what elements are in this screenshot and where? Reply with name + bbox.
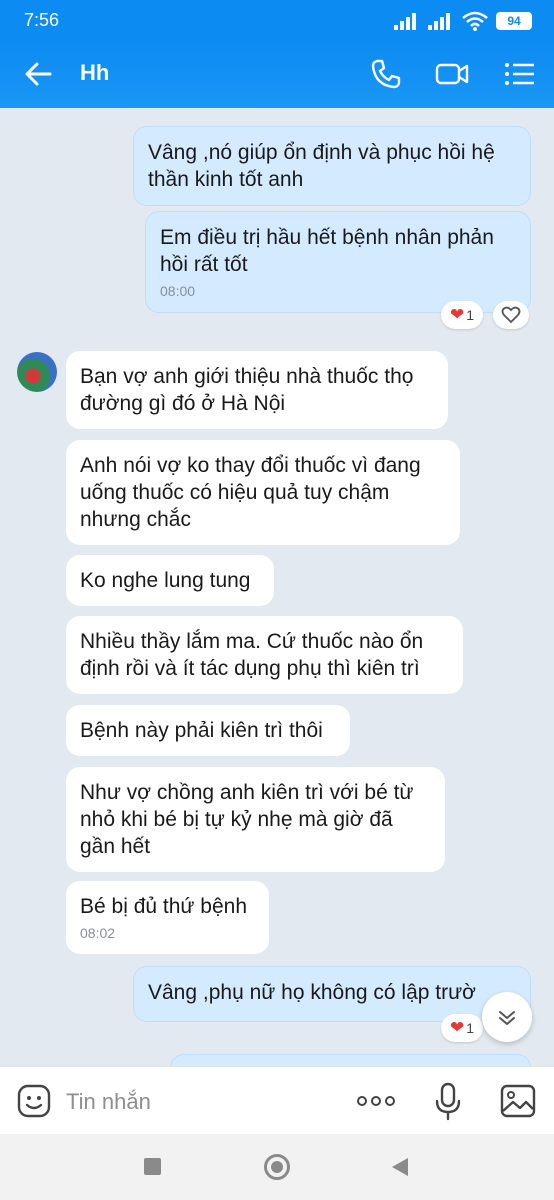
recent-apps-icon[interactable] — [144, 1158, 161, 1175]
chevron-down-icon — [499, 1011, 515, 1025]
home-icon[interactable] — [264, 1154, 290, 1180]
sticker-icon[interactable] — [16, 1083, 52, 1119]
message-text: Vâng ,nó giúp ổn định và phục hồi hệ thầ… — [148, 141, 495, 191]
message-list[interactable]: Vâng ,nó giúp ổn định và phục hồi hệ thầ… — [0, 108, 554, 1066]
message-text: Ko nghe lung tung — [80, 569, 251, 592]
message-text: Bé bị đủ thứ bệnh — [80, 895, 248, 918]
message-outgoing[interactable] — [170, 1054, 531, 1066]
message-text: Bệnh này phải kiên trì thôi — [80, 719, 323, 742]
heart-icon: ❤ — [449, 305, 465, 324]
message-time: 08:02 — [80, 925, 116, 941]
image-gallery-icon[interactable] — [499, 1083, 537, 1119]
more-options-icon[interactable] — [356, 1091, 396, 1111]
back-nav-icon[interactable] — [390, 1156, 410, 1178]
message-incoming[interactable]: Như vợ chồng anh kiên trì với bé từ nhỏ … — [66, 767, 445, 872]
message-text: Nhiều thầy lắm ma. Cứ thuốc nào ổn định … — [80, 630, 424, 680]
menu-list-icon[interactable] — [502, 56, 538, 92]
message-incoming[interactable]: Bé bị đủ thứ bệnh 08:02 — [66, 881, 269, 954]
message-incoming[interactable]: Anh nói vợ ko thay đổi thuốc vì đang uốn… — [66, 440, 460, 545]
reaction-count: 1 — [466, 1020, 475, 1036]
message-incoming[interactable]: Bệnh này phải kiên trì thôi — [66, 705, 350, 756]
status-time: 7:56 — [24, 10, 60, 30]
message-outgoing[interactable]: Em điều trị hầu hết bệnh nhân phản hồi r… — [145, 211, 531, 313]
message-text: Như vợ chồng anh kiên trì với bé từ nhỏ … — [80, 781, 414, 858]
message-text: Vâng ,phụ nữ họ không có lập trườ — [148, 981, 476, 1004]
reaction-count: 1 — [466, 307, 475, 323]
status-bar: 7:56 94 — [0, 0, 554, 40]
system-navigation-bar — [0, 1134, 554, 1200]
message-incoming[interactable]: Ko nghe lung tung — [66, 555, 274, 606]
avatar[interactable] — [17, 352, 57, 392]
add-reaction-button[interactable] — [493, 301, 529, 329]
reaction-badge[interactable]: ❤ 1 — [441, 1014, 483, 1042]
heart-icon: ❤ — [449, 1018, 465, 1037]
reaction-badge[interactable]: ❤ 1 — [441, 301, 483, 329]
message-time: 08:00 — [160, 283, 196, 299]
video-call-icon[interactable] — [434, 56, 470, 92]
chat-header: Hh — [0, 40, 554, 108]
message-outgoing[interactable]: Vâng ,nó giúp ổn định và phục hồi hệ thầ… — [133, 126, 531, 206]
scroll-down-button[interactable] — [482, 992, 532, 1042]
microphone-icon[interactable] — [432, 1081, 464, 1121]
message-input[interactable]: Tin nhắn — [66, 1089, 151, 1115]
message-text: Bạn vợ anh giới thiệu nhà thuốc thọ đườn… — [80, 365, 414, 415]
message-incoming[interactable]: Nhiều thầy lắm ma. Cứ thuốc nào ổn định … — [66, 616, 463, 694]
message-text: Em điều trị hầu hết bệnh nhân phản hồi r… — [160, 226, 494, 276]
message-text: Anh nói vợ ko thay đổi thuốc vì đang uốn… — [80, 454, 421, 531]
phone-icon[interactable] — [368, 56, 404, 92]
back-arrow-icon[interactable] — [20, 56, 56, 92]
signal-icon-2 — [428, 13, 450, 30]
message-incoming[interactable]: Bạn vợ anh giới thiệu nhà thuốc thọ đườn… — [66, 351, 448, 429]
signal-icon — [394, 13, 416, 30]
wifi-icon — [462, 11, 488, 31]
heart-outline-icon — [501, 306, 521, 324]
battery-icon: 94 — [496, 12, 532, 30]
message-input-bar: Tin nhắn — [0, 1066, 554, 1134]
status-icons: 94 — [394, 11, 532, 31]
contact-name[interactable]: Hh — [80, 60, 109, 86]
